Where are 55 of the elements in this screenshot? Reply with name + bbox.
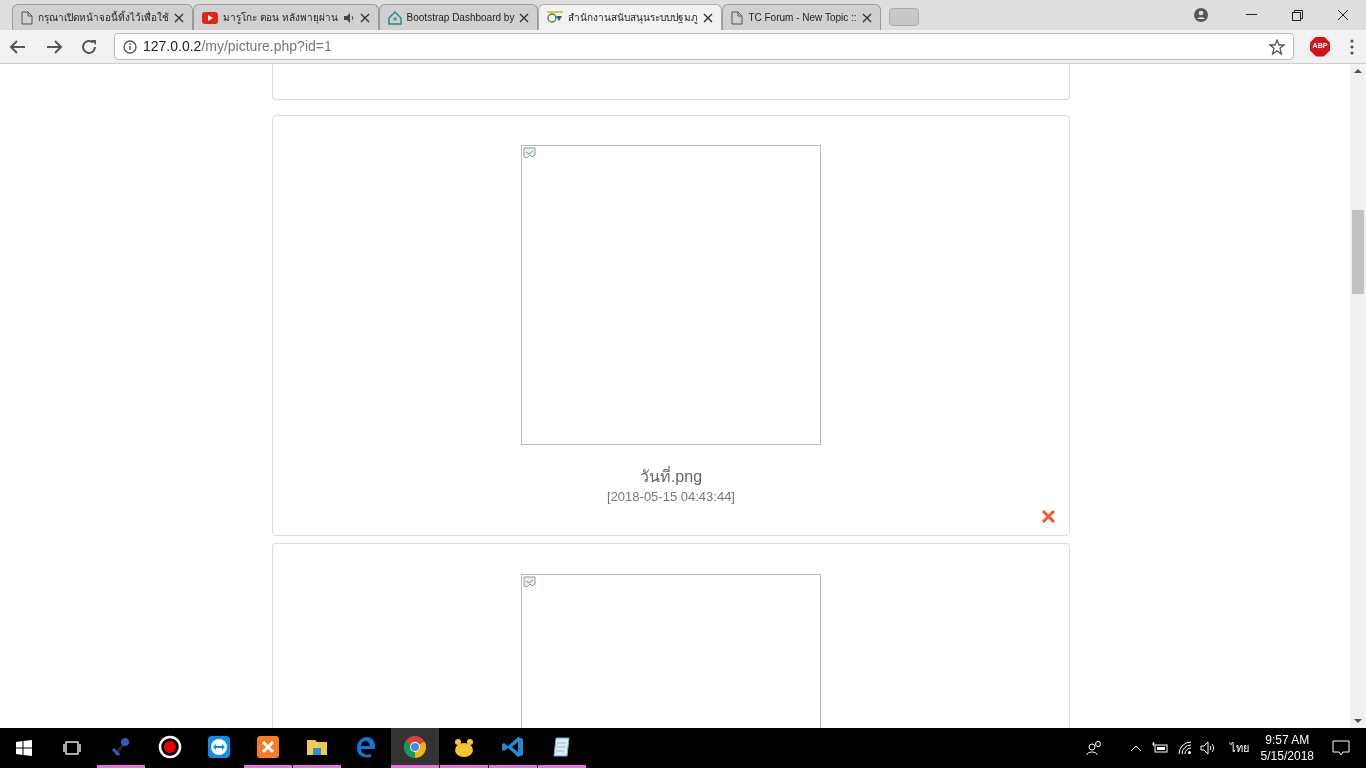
info-icon[interactable]	[123, 39, 137, 54]
reload-icon[interactable]	[80, 37, 98, 56]
close-icon[interactable]	[861, 12, 872, 23]
browser-tab[interactable]: มารูโกะ ตอน หลังพายุผ่าน	[193, 4, 379, 30]
chevron-up-icon[interactable]	[1129, 744, 1142, 752]
file-name: วันที่.png	[639, 467, 703, 487]
xampp-icon	[256, 734, 280, 759]
url-text: 127.0.0.2/my/picture.php?id=1	[143, 37, 332, 56]
scrollbar[interactable]	[1350, 64, 1366, 728]
timestamp: [2018-05-15 04:43:44]	[607, 488, 735, 506]
language-indicator[interactable]: ไทย	[1229, 739, 1249, 757]
windows-icon	[16, 740, 32, 756]
logo-icon	[547, 10, 564, 25]
star-icon[interactable]	[1269, 38, 1285, 55]
close-icon	[1337, 9, 1349, 21]
people-icon[interactable]	[1085, 740, 1104, 756]
battery-icon[interactable]	[1151, 742, 1168, 754]
taskbar-app[interactable]	[391, 728, 439, 768]
clock[interactable]: 9:57 AM 5/15/2018	[1260, 732, 1314, 764]
close-icon[interactable]	[519, 12, 530, 23]
close-icon[interactable]	[174, 12, 184, 23]
restore-icon	[1291, 9, 1303, 21]
profile-icon[interactable]	[1194, 8, 1208, 22]
vscode-icon	[501, 734, 525, 759]
record-icon	[158, 734, 182, 759]
tab-title: สำนักงานสนับสนุนระบบปฐมภู	[568, 11, 699, 25]
task-view-icon	[62, 741, 82, 755]
house-icon	[387, 10, 402, 25]
play-icon	[202, 11, 218, 24]
close-icon	[1040, 508, 1056, 524]
speaker-icon[interactable]	[1199, 741, 1216, 755]
chrome-icon	[403, 734, 427, 759]
close-icon[interactable]	[359, 12, 370, 23]
tab-title: TC Forum - New Topic ::	[748, 11, 857, 25]
tab-title: มารูโกะ ตอน หลังพายุผ่าน	[223, 11, 338, 25]
browser-tab[interactable]: กรุณาเปิดหน้าจอนี้ทิ้งไว้เพื่อใช้	[12, 4, 193, 30]
scrollbar-thumb[interactable]	[1352, 210, 1364, 294]
browser-tab[interactable]: สำนักงานสนับสนุนระบบปฐมภู	[538, 4, 723, 30]
scroll-down-icon[interactable]	[1354, 718, 1362, 724]
arrows-icon	[207, 734, 231, 759]
tab-title: กรุณาเปิดหน้าจอนี้ทิ้งไว้เพื่อใช้	[38, 10, 169, 25]
menu-icon[interactable]	[1350, 38, 1354, 55]
edge-icon	[354, 734, 378, 759]
minimize-icon	[1245, 14, 1257, 16]
page-icon	[731, 10, 744, 25]
address-bar[interactable]: 127.0.0.2/my/picture.php?id=1	[114, 33, 1294, 60]
notification-icon[interactable]	[1332, 740, 1350, 756]
close-icon[interactable]	[703, 12, 714, 23]
browser-tab[interactable]: TC Forum - New Topic ::	[722, 4, 881, 30]
wifi-icon[interactable]	[1177, 741, 1192, 755]
delete-button[interactable]	[1039, 507, 1057, 525]
tab-title: Bootstrap Dashboard by	[406, 11, 515, 25]
browser-tab[interactable]: Bootstrap Dashboard by	[378, 4, 539, 30]
scroll-up-icon[interactable]	[1354, 68, 1362, 74]
page-icon	[21, 10, 33, 25]
